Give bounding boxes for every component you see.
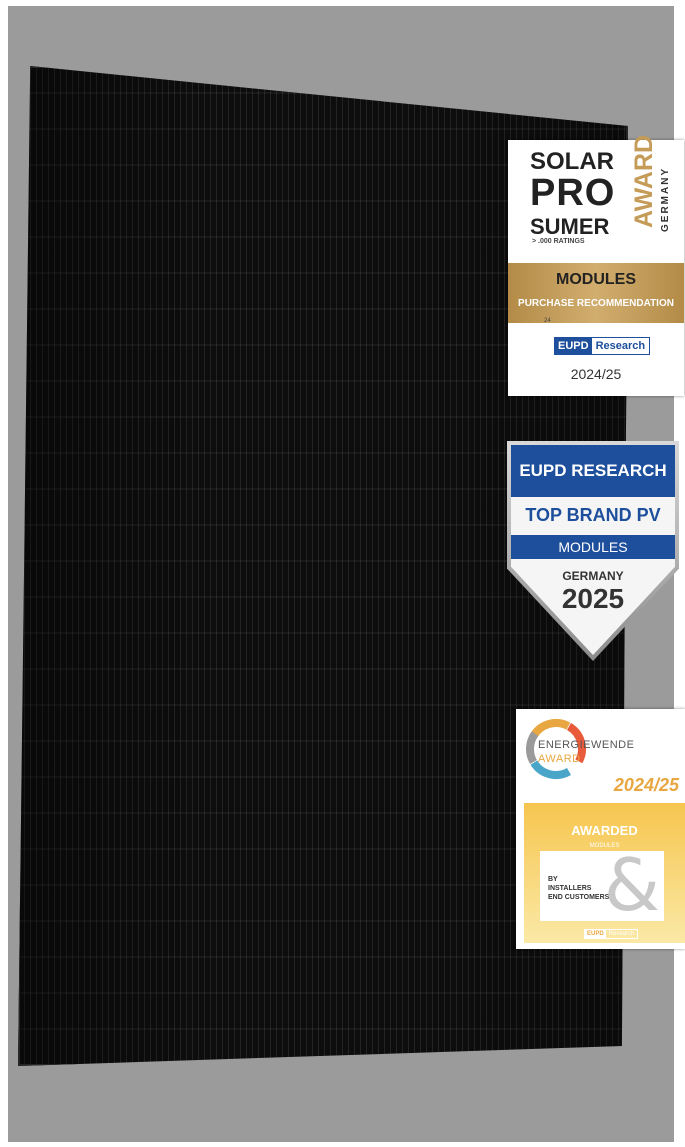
energiewende-white-box: BY INSTALLERS END CUSTOMERS &: [540, 843, 664, 927]
top-brand-pv-shield-badge: EUPD RESEARCH TOP BRAND PV MODULES GERMA…: [507, 441, 679, 661]
badge-year: 2024/25: [570, 366, 622, 382]
energiewende-ampersand: &: [603, 843, 660, 927]
shield-category: MODULES: [558, 539, 628, 555]
energiewende-by: BY: [548, 876, 558, 883]
eupd-logo-left: EUPD: [555, 338, 592, 354]
energiewende-eupd-logo: EUPD Research: [584, 929, 639, 939]
energiewende-awarded: AWARDED: [571, 823, 638, 838]
energiewende-award-word: AWARD: [538, 753, 581, 765]
shield-title: EUPD RESEARCH: [519, 461, 667, 480]
shield-country: GERMANY: [562, 569, 624, 583]
badge-ratings: > .000 RATINGS: [532, 238, 585, 245]
energiewende-by-text: BY INSTALLERS END CUSTOMERS: [548, 875, 609, 902]
badge-gold-band: MODULES PURCHASE RECOMMENDATION: [508, 263, 684, 323]
energiewende-award-badge: ENERGIEWENDE AWARD 2024/25 AWARDED MODUL…: [516, 709, 685, 949]
badge-category: MODULES: [556, 271, 636, 288]
energiewende-name: ENERGIEWENDE: [538, 739, 635, 751]
energiewende-eupd-right: Research: [608, 931, 635, 937]
energiewende-year: 2024/25: [613, 775, 679, 795]
energiewende-end-customers: END CUSTOMERS: [548, 894, 610, 901]
shield-inner: EUPD RESEARCH TOP BRAND PV MODULES GERMA…: [511, 445, 675, 655]
energiewende-yellow-panel: AWARDED MODULES BY INSTALLERS END CUSTOM…: [524, 803, 685, 943]
badge-recommendation: PURCHASE RECOMMENDATION: [518, 298, 674, 309]
badge-word-sumer: SUMER: [530, 214, 610, 239]
badge-small-note: 24: [544, 318, 551, 324]
eupd-research-logo: EUPD Research: [554, 337, 651, 355]
solar-prosumer-award-badge: SOLAR PRO SUMER AWARD GERMANY > .000 RAT…: [508, 134, 684, 396]
badge-word-award: AWARD: [630, 134, 658, 228]
shield-brand: TOP BRAND PV: [525, 505, 661, 525]
energiewende-installers: INSTALLERS: [548, 885, 592, 892]
energiewende-eupd-left: EUPD: [585, 930, 606, 938]
badge-word-pro: PRO: [530, 172, 616, 214]
eupd-logo-right: Research: [595, 340, 646, 352]
badge-country: GERMANY: [660, 166, 671, 232]
